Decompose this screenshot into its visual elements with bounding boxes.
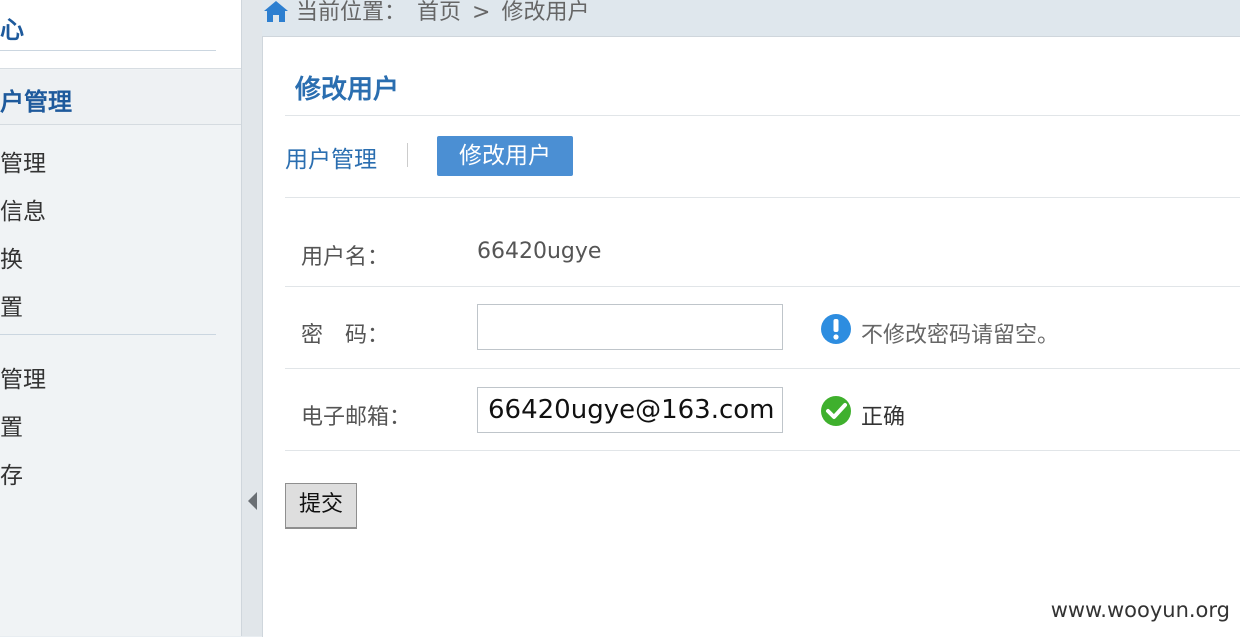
info-icon	[821, 314, 851, 344]
sidebar-section-label: 户管理	[0, 88, 72, 116]
email-label: 电子邮箱：	[301, 405, 412, 430]
main-panel: 修改用户 用户管理 修改用户 用户名： 66420ugye 密 码： 不修改密码…	[262, 36, 1240, 637]
home-icon[interactable]	[262, 0, 290, 22]
tab-separator	[407, 143, 408, 167]
tab-user-management[interactable]: 用户管理	[285, 140, 377, 174]
breadcrumb-home-link[interactable]: 首页	[417, 0, 461, 25]
row-divider	[285, 286, 1240, 287]
submit-button[interactable]: 提交	[285, 483, 357, 529]
sidebar-header: 心	[0, 0, 241, 69]
password-hint: 不修改密码请留空。	[861, 323, 1060, 348]
sidebar-item-manage[interactable]: 管理	[0, 360, 46, 394]
sidebar: 心 户管理 管理 信息 换 置 管理 置 存	[0, 0, 242, 636]
watermark: www.wooyun.org	[1050, 598, 1230, 622]
sidebar-item-info[interactable]: 信息	[0, 192, 46, 226]
sidebar-divider	[0, 334, 216, 335]
password-field[interactable]	[477, 304, 783, 350]
sidebar-header-title: 心	[0, 16, 24, 44]
sidebar-item-settings[interactable]: 置	[0, 288, 23, 322]
username-value: 66420ugye	[477, 239, 602, 264]
email-field[interactable]: 66420ugye@163.com	[477, 387, 783, 433]
email-status: 正确	[861, 405, 906, 430]
page-title: 修改用户	[295, 75, 400, 105]
sidebar-section-user-management[interactable]: 户管理	[0, 70, 241, 125]
breadcrumb: 当前位置： 首页 > 修改用户	[262, 0, 1240, 36]
sidebar-collapse-bar[interactable]	[242, 0, 262, 636]
breadcrumb-current: 修改用户	[501, 0, 590, 25]
check-icon	[821, 396, 851, 426]
password-label: 密 码：	[301, 323, 390, 348]
sidebar-item-management[interactable]: 管理	[0, 144, 46, 178]
collapse-arrow-icon[interactable]	[248, 492, 257, 510]
breadcrumb-prefix: 当前位置：	[296, 0, 407, 25]
sidebar-header-divider	[0, 50, 216, 51]
tab-edit-user[interactable]: 修改用户	[437, 136, 573, 176]
username-label: 用户名：	[301, 245, 390, 270]
sidebar-item-cache[interactable]: 存	[0, 456, 23, 490]
row-divider	[285, 450, 1240, 451]
title-divider	[285, 115, 1240, 116]
row-divider	[285, 368, 1240, 369]
tabs-divider	[285, 197, 1240, 198]
breadcrumb-separator: >	[472, 0, 491, 25]
sidebar-item-setup[interactable]: 置	[0, 408, 23, 442]
sidebar-item-switch[interactable]: 换	[0, 240, 23, 274]
